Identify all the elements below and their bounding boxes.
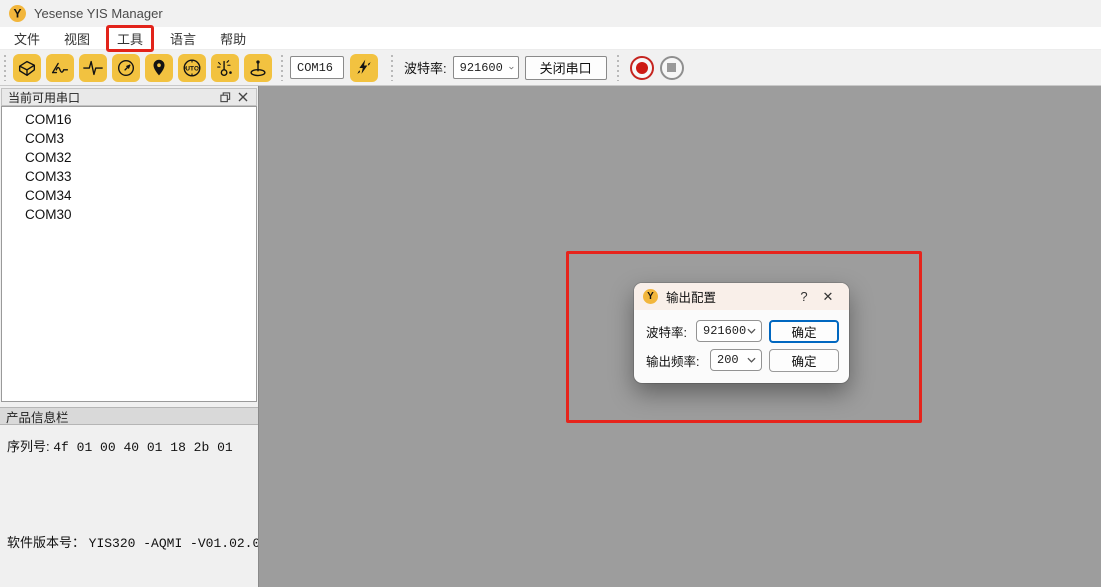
port-list-item[interactable]: COM33	[2, 167, 256, 186]
svg-text:UTC: UTC	[185, 65, 199, 72]
baud-ok-button[interactable]: 确定	[769, 320, 839, 343]
dock-title: 当前可用串口	[8, 89, 80, 106]
serial-port-dock-panel: 当前可用串口 COM16 COM3 COM32 COM33 COM34 COM3…	[0, 86, 258, 587]
dialog-baud-select[interactable]: 921600	[696, 320, 762, 342]
pulse-waveform-icon[interactable]	[79, 54, 107, 82]
product-info-header: 产品信息栏	[0, 407, 258, 425]
port-list-item[interactable]: COM3	[2, 129, 256, 148]
output-config-dialog: Y 输出配置 ? ✕ 波特率: 921600 确定 输出频率:	[634, 283, 849, 383]
close-panel-icon[interactable]	[234, 90, 252, 105]
output-rate-row: 输出频率: 200 确定	[646, 349, 839, 371]
toolbar-drag-handle[interactable]	[391, 55, 397, 81]
angle-waveform-icon[interactable]	[46, 54, 74, 82]
cube-3d-icon[interactable]	[13, 54, 41, 82]
stop-button[interactable]	[660, 56, 684, 80]
menu-file[interactable]: 文件	[4, 27, 50, 50]
dialog-baud-label: 波特率:	[646, 322, 687, 341]
port-list-item[interactable]: COM16	[2, 110, 256, 129]
baud-rate-row: 波特率: 921600 确定	[646, 320, 839, 342]
title-bar: Y Yesense YIS Manager	[0, 0, 1101, 27]
record-icon	[636, 62, 648, 74]
dialog-output-rate-label: 输出频率:	[646, 351, 699, 370]
location-pin-icon[interactable]	[145, 54, 173, 82]
gauge-icon[interactable]	[112, 54, 140, 82]
software-version-line: 软件版本号： YIS320 -AQMI -V01.02.03;	[7, 532, 256, 551]
output-rate-ok-button[interactable]: 确定	[769, 349, 839, 372]
port-select[interactable]: COM16	[290, 56, 344, 79]
window-title: Yesense YIS Manager	[34, 6, 163, 21]
toolbar: UTC COM16 波特	[0, 50, 1101, 86]
software-version-label: 软件版本号：	[7, 535, 85, 550]
serial-number-value: 4f 01 00 40 01 18 2b 01	[53, 440, 232, 455]
baud-select[interactable]: 921600	[453, 56, 519, 79]
dialog-close-icon[interactable]: ✕	[815, 289, 841, 305]
thermometer-icon[interactable]	[211, 54, 239, 82]
main-workspace: Y 输出配置 ? ✕ 波特率: 921600 确定 输出频率:	[258, 86, 1101, 587]
toolbar-drag-handle[interactable]	[281, 55, 287, 81]
chevron-down-icon	[747, 328, 756, 334]
app-logo-icon: Y	[9, 5, 26, 22]
dock-header: 当前可用串口	[1, 88, 257, 106]
port-list-item[interactable]: COM30	[2, 205, 256, 224]
port-select-value: COM16	[297, 61, 333, 75]
menu-tools[interactable]: 工具	[106, 25, 154, 52]
dialog-output-rate-select[interactable]: 200	[710, 349, 762, 371]
record-button[interactable]	[630, 56, 654, 80]
float-panel-icon[interactable]	[216, 90, 234, 105]
port-list-item[interactable]: COM34	[2, 186, 256, 205]
toolbar-drag-handle[interactable]	[4, 55, 10, 81]
serial-number-line: 序列号: 4f 01 00 40 01 18 2b 01	[7, 436, 256, 455]
serial-number-label: 序列号:	[7, 439, 50, 454]
dialog-output-rate-value: 200	[717, 353, 739, 367]
utc-clock-icon[interactable]: UTC	[178, 54, 206, 82]
close-serial-port-button[interactable]: 关闭串口	[525, 56, 607, 80]
dialog-baud-value: 921600	[703, 324, 746, 338]
dialog-title: 输出配置	[666, 287, 716, 306]
pressure-sensor-icon[interactable]	[244, 54, 272, 82]
menu-language[interactable]: 语言	[160, 27, 206, 50]
menu-view[interactable]: 视图	[54, 27, 100, 50]
menu-help[interactable]: 帮助	[210, 27, 256, 50]
baud-select-value: 921600	[460, 61, 503, 75]
dialog-help-button[interactable]: ?	[793, 289, 815, 304]
window-body: 当前可用串口 COM16 COM3 COM32 COM33 COM34 COM3…	[0, 86, 1101, 587]
dialog-title-bar[interactable]: Y 输出配置 ? ✕	[634, 283, 849, 310]
software-version-value: YIS320 -AQMI -V01.02.03;	[89, 536, 276, 551]
toolbar-drag-handle[interactable]	[617, 55, 623, 81]
port-list-item[interactable]: COM32	[2, 148, 256, 167]
baud-rate-label: 波特率:	[404, 58, 447, 77]
dialog-app-logo-icon: Y	[643, 289, 658, 304]
available-port-list: COM16 COM3 COM32 COM33 COM34 COM30	[1, 106, 257, 402]
refresh-ports-button[interactable]	[350, 54, 378, 82]
chevron-down-icon	[747, 357, 756, 363]
refresh-bolts-icon	[354, 58, 374, 78]
app-window: Y Yesense YIS Manager 文件 视图 工具 语言 帮助	[0, 0, 1101, 587]
chevron-down-icon	[509, 65, 514, 71]
stop-icon	[667, 63, 676, 72]
menu-bar: 文件 视图 工具 语言 帮助	[0, 27, 1101, 50]
